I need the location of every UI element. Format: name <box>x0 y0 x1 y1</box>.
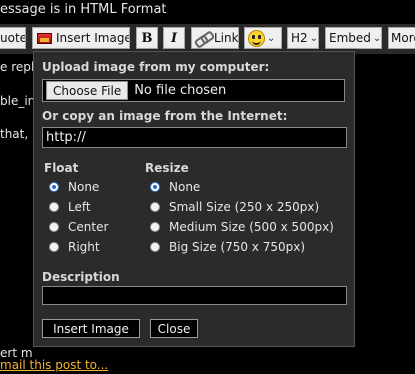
resize-option-small[interactable]: Small Size (250 x 250px) <box>150 200 319 214</box>
chevron-down-icon: ⌄ <box>372 32 382 44</box>
radio-icon[interactable] <box>49 222 59 232</box>
float-option-left[interactable]: Left <box>49 200 91 214</box>
internet-url-label: Or copy an image from the Internet: <box>42 109 288 123</box>
float-option-label: Left <box>68 200 91 214</box>
choose-file-button[interactable]: Choose File <box>46 81 129 100</box>
float-option-label: Center <box>68 220 109 234</box>
float-option-none[interactable]: None <box>49 180 99 194</box>
resize-option-label: Big Size (750 x 750px) <box>169 240 306 254</box>
quote-button[interactable]: uote <box>0 27 26 49</box>
insert-image-button[interactable]: Insert Image <box>32 27 130 49</box>
italic-button[interactable]: I <box>163 27 185 49</box>
radio-icon[interactable] <box>150 202 160 212</box>
resize-option-label: None <box>169 180 201 194</box>
heading-label: H2 <box>291 31 308 45</box>
chevron-down-icon: ⌄ <box>309 32 319 44</box>
embed-dropdown[interactable]: Embed ⌄ <box>325 27 382 49</box>
heading-dropdown[interactable]: H2 ⌄ <box>287 27 319 49</box>
emoticon-dropdown[interactable]: ⌄ <box>244 27 282 49</box>
post-text-line: that, <box>0 127 29 141</box>
image-url-input[interactable] <box>42 127 347 148</box>
resize-option-none[interactable]: None <box>150 180 200 194</box>
radio-icon[interactable] <box>150 242 160 252</box>
float-label: Float <box>44 161 79 175</box>
editor-toolbar: uote Insert Image B I Link ⌄ H2 ⌄ Embed … <box>0 24 415 54</box>
smiley-icon <box>248 29 265 47</box>
radio-selected-icon[interactable] <box>150 182 160 192</box>
insert-image-submit-button[interactable]: Insert Image <box>42 319 140 338</box>
resize-label: Resize <box>145 161 189 175</box>
radio-selected-icon[interactable] <box>49 182 59 192</box>
description-input[interactable] <box>42 286 347 305</box>
bold-label: B <box>141 30 153 46</box>
resize-option-label: Small Size (250 x 250px) <box>169 200 320 214</box>
embed-label: Embed <box>329 31 371 45</box>
bold-button[interactable]: B <box>136 27 158 49</box>
no-file-text: No file chosen <box>134 83 227 98</box>
more-label: More <box>391 31 415 45</box>
radio-icon[interactable] <box>49 242 59 252</box>
post-text-line: ble_in <box>0 94 36 108</box>
insert-image-dialog: Upload image from my computer: Choose Fi… <box>33 51 355 347</box>
resize-option-big[interactable]: Big Size (750 x 750px) <box>150 240 305 254</box>
file-upload-field[interactable]: Choose File No file chosen <box>42 79 345 102</box>
description-label: Description <box>42 270 120 284</box>
quote-label: uote <box>0 31 26 45</box>
post-text-line: e repl <box>0 60 35 74</box>
radio-icon[interactable] <box>150 222 160 232</box>
html-format-notice: essage is in HTML Format <box>0 2 167 17</box>
upload-label: Upload image from my computer: <box>42 60 270 74</box>
float-option-right[interactable]: Right <box>49 240 100 254</box>
italic-label: I <box>170 30 178 46</box>
float-option-label: Right <box>68 240 100 254</box>
email-post-link[interactable]: mail this post to... <box>0 358 108 372</box>
float-option-label: None <box>68 180 100 194</box>
insert-image-label: Insert Image <box>56 31 130 45</box>
link-label: Link <box>214 31 239 45</box>
resize-option-label: Medium Size (500 x 500px) <box>169 220 334 234</box>
link-button[interactable]: Link <box>191 27 239 49</box>
close-button[interactable]: Close <box>150 319 198 338</box>
link-icon <box>193 30 216 48</box>
chevron-down-icon: ⌄ <box>267 32 276 44</box>
more-dropdown[interactable]: More <box>388 27 415 49</box>
radio-icon[interactable] <box>49 202 59 212</box>
image-icon <box>37 32 52 44</box>
resize-option-medium[interactable]: Medium Size (500 x 500px) <box>150 220 334 234</box>
float-option-center[interactable]: Center <box>49 220 108 234</box>
